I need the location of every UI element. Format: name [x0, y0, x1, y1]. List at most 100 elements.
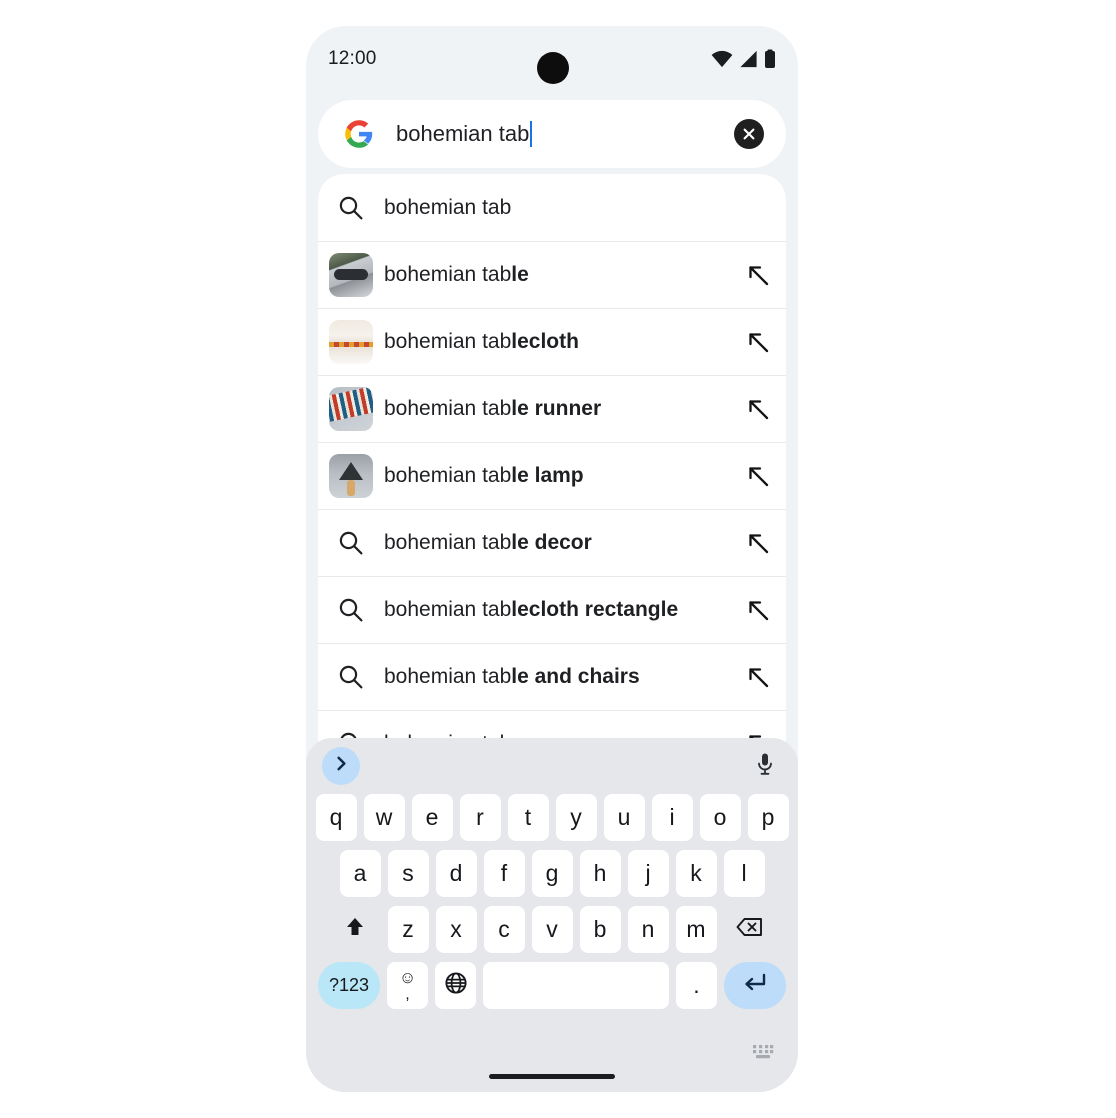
screen-root: 12:00 bohemian tab bohemian tab bohemian…	[0, 0, 1116, 1118]
key-f[interactable]: f	[483, 850, 525, 897]
key-w[interactable]: w	[363, 794, 405, 841]
shift-key[interactable]	[329, 906, 381, 953]
key-v[interactable]: v	[531, 906, 573, 953]
suggestion-completion: le runner	[511, 397, 602, 420]
key-o[interactable]: o	[699, 794, 741, 841]
keyboard-switcher-button[interactable]	[752, 1044, 774, 1064]
key-s[interactable]: s	[387, 850, 429, 897]
suggestion-row[interactable]: bohemian table and chairs	[318, 643, 786, 710]
key-g[interactable]: g	[531, 850, 573, 897]
microphone-icon	[756, 752, 774, 781]
key-y[interactable]: y	[555, 794, 597, 841]
key-i[interactable]: i	[651, 794, 693, 841]
key-t[interactable]: t	[507, 794, 549, 841]
suggestion-thumbnail	[318, 454, 384, 498]
voice-input-button[interactable]	[748, 749, 782, 783]
suggestion-completion: le decor	[511, 531, 592, 554]
keyboard-row-3: zxcvbnm	[310, 906, 794, 953]
key-d[interactable]: d	[435, 850, 477, 897]
suggestion-prefix: bohemian tab	[384, 665, 512, 688]
suggestion-prefix: bohemian tab	[384, 397, 512, 420]
emoji-comma-key[interactable]: ☺ ,	[387, 962, 428, 1009]
suggestion-thumbnail	[318, 253, 384, 297]
key-r[interactable]: r	[459, 794, 501, 841]
suggestion-row[interactable]: bohemian table	[318, 241, 786, 308]
insert-suggestion-arrow-icon[interactable]	[730, 531, 786, 555]
emoji-smiley-icon: ☺	[398, 967, 417, 987]
suggestion-prefix: bohemian tab	[384, 531, 512, 554]
suggestion-text: bohemian table and chairs	[384, 665, 730, 689]
key-c[interactable]: c	[483, 906, 525, 953]
home-indicator[interactable]	[489, 1074, 615, 1079]
front-camera-punch-hole	[537, 52, 569, 84]
suggestion-completion: le lamp	[511, 464, 584, 487]
suggestion-text: bohemian tablecloth rectangle	[384, 598, 730, 622]
insert-suggestion-arrow-icon[interactable]	[730, 397, 786, 421]
key-n[interactable]: n	[627, 906, 669, 953]
key-k[interactable]: k	[675, 850, 717, 897]
backspace-delete-icon	[736, 916, 763, 943]
wifi-icon	[711, 50, 733, 73]
language-switch-key[interactable]	[435, 962, 476, 1009]
suggestion-row[interactable]: bohemian tablecloth	[318, 308, 786, 375]
suggestion-text: bohemian table	[384, 263, 730, 287]
search-input[interactable]: bohemian tab	[396, 121, 734, 147]
space-key[interactable]	[483, 962, 669, 1009]
suggestion-completion: le and chairs	[511, 665, 640, 688]
key-p[interactable]: p	[747, 794, 789, 841]
suggestion-prefix: bohemian tab	[384, 263, 512, 286]
search-query-text: bohemian tab	[396, 121, 530, 146]
key-z[interactable]: z	[387, 906, 429, 953]
key-e[interactable]: e	[411, 794, 453, 841]
thumbnail-image	[329, 454, 373, 498]
keyboard-row-1: qwertyuiop	[310, 794, 794, 841]
insert-suggestion-arrow-icon[interactable]	[730, 665, 786, 689]
key-l[interactable]: l	[723, 850, 765, 897]
keyboard-row-4: ?123 ☺ , .	[310, 962, 794, 1009]
thumbnail-image	[329, 253, 373, 297]
insert-suggestion-arrow-icon[interactable]	[730, 263, 786, 287]
suggestion-row[interactable]: bohemian tab	[318, 174, 786, 241]
key-b[interactable]: b	[579, 906, 621, 953]
enter-key[interactable]	[724, 962, 786, 1009]
suggestion-row[interactable]: bohemian tablecloth rectangle	[318, 576, 786, 643]
key-a[interactable]: a	[339, 850, 381, 897]
google-g-logo	[344, 119, 374, 149]
suggestion-thumbnail	[318, 387, 384, 431]
period-key[interactable]: .	[676, 962, 717, 1009]
suggestion-text: bohemian table decor	[384, 531, 730, 555]
suggestion-row[interactable]: bohemian table decor	[318, 509, 786, 576]
suggestion-thumbnail	[318, 320, 384, 364]
thumbnail-image	[329, 387, 373, 431]
shift-up-arrow-icon	[344, 916, 366, 944]
insert-suggestion-arrow-icon[interactable]	[730, 598, 786, 622]
backspace-key[interactable]	[724, 906, 776, 953]
search-icon	[318, 664, 384, 690]
key-j[interactable]: j	[627, 850, 669, 897]
suggestion-text: bohemian tab	[384, 196, 730, 220]
enter-return-icon	[743, 972, 767, 1000]
key-m[interactable]: m	[675, 906, 717, 953]
expand-toolbar-button[interactable]	[322, 747, 360, 785]
search-bar[interactable]: bohemian tab	[318, 100, 786, 168]
suggestion-row[interactable]: bohemian table lamp	[318, 442, 786, 509]
clear-search-button[interactable]	[734, 119, 764, 149]
insert-suggestion-arrow-icon[interactable]	[730, 464, 786, 488]
key-x[interactable]: x	[435, 906, 477, 953]
suggestion-completion: lecloth	[511, 330, 579, 353]
insert-suggestion-arrow-icon[interactable]	[730, 330, 786, 354]
suggestion-text: bohemian table lamp	[384, 464, 730, 488]
suggestion-row[interactable]: bohemian table runner	[318, 375, 786, 442]
emoji-comma-glyphs: ☺ ,	[399, 969, 416, 1003]
suggestion-completion: lecloth rectangle	[511, 598, 679, 621]
key-h[interactable]: h	[579, 850, 621, 897]
status-bar-icons	[711, 49, 776, 74]
key-q[interactable]: q	[315, 794, 357, 841]
key-u[interactable]: u	[603, 794, 645, 841]
symbols-key[interactable]: ?123	[318, 962, 380, 1009]
status-bar-clock: 12:00	[328, 48, 377, 69]
search-suggestions-list: bohemian tab bohemian table bohemian table…	[318, 174, 786, 766]
keyboard-bottom-bar	[306, 1034, 798, 1092]
search-icon	[318, 195, 384, 221]
on-screen-keyboard: qwertyuiop asdfghjkl zxcvbnm ?123 ☺ , .	[306, 738, 798, 1092]
